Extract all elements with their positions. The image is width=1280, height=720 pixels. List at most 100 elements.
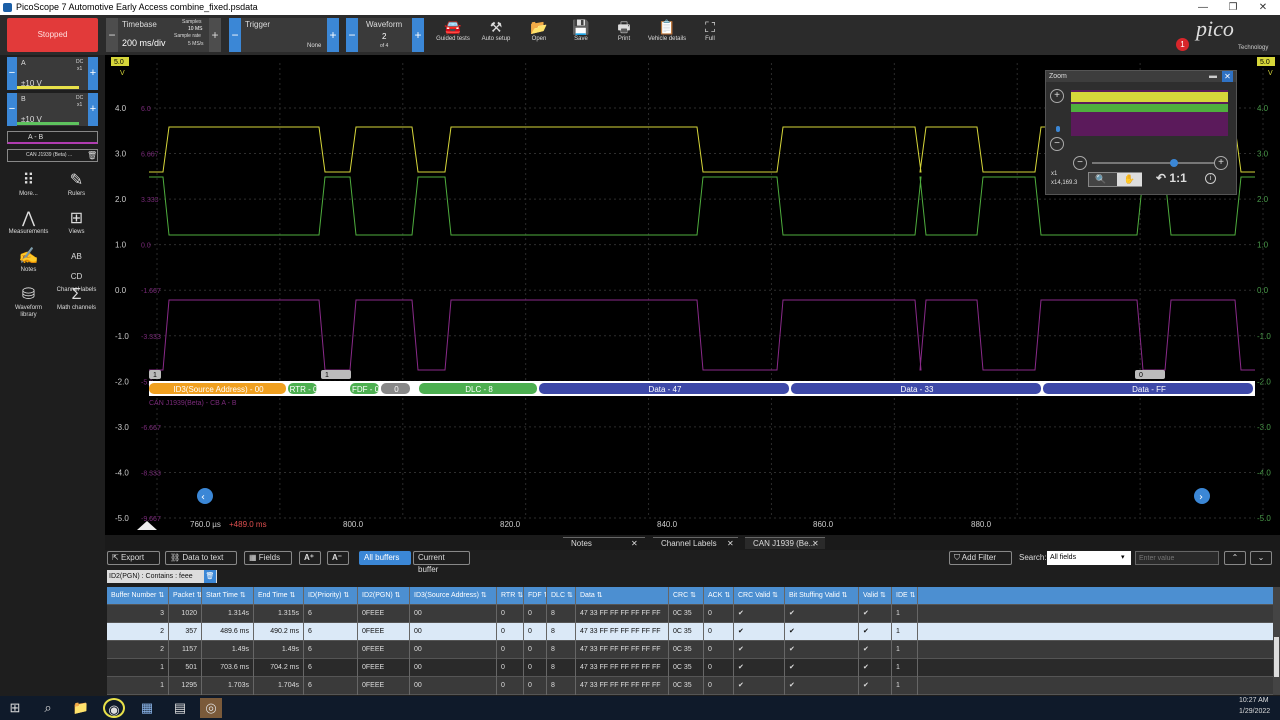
calculator-icon[interactable]: ▤ <box>169 698 191 718</box>
guided-tests-button[interactable]: 🚘 Guided tests <box>431 18 475 50</box>
minimize-button[interactable]: — <box>1188 0 1218 15</box>
all-buffers-toggle[interactable]: All buffers <box>359 551 411 565</box>
windows-start-icon[interactable]: ⊞ <box>4 698 26 718</box>
search-next-button[interactable]: ⌄ <box>1250 551 1272 565</box>
zoom-in-horizontal-button[interactable]: + <box>1214 156 1228 170</box>
column-header[interactable]: Bit Stuffing Valid ⇅ <box>785 587 859 605</box>
search-input[interactable] <box>1135 551 1219 565</box>
vehicle-details-button[interactable]: 📋 Vehicle details <box>645 18 689 50</box>
channel-a-minus[interactable]: − <box>7 57 17 90</box>
channel-b-minus[interactable]: − <box>7 93 17 126</box>
tab-channel-labels[interactable]: Channel Labels ✕ <box>653 537 738 549</box>
hand-icon[interactable]: ✋ <box>1117 173 1142 186</box>
rulers-button[interactable]: ✎ Rulers <box>54 171 99 198</box>
zoom-horizontal-slider-thumb[interactable] <box>1170 159 1178 167</box>
open-button[interactable]: 📂 Open <box>517 18 561 50</box>
timebase-plus-button[interactable]: + <box>209 18 221 52</box>
waveform-minus-button[interactable]: − <box>346 18 358 52</box>
timebase-minus-button[interactable]: − <box>106 18 118 52</box>
math-channels-button[interactable]: Σ Math channels <box>54 285 99 312</box>
chrome-icon[interactable]: ◉ <box>103 698 125 718</box>
column-header[interactable]: End Time ⇅ <box>254 587 304 605</box>
active-filter-chip[interactable]: ID2(PGN) : Contains : feee 🗑 <box>107 570 217 583</box>
current-buffer-toggle[interactable]: Current buffer <box>413 551 470 574</box>
zoom-minimize-icon[interactable]: ▬ <box>1209 71 1217 80</box>
column-header[interactable]: ID3(Source Address) ⇅ <box>410 587 497 605</box>
close-button[interactable]: ✕ <box>1248 0 1278 15</box>
column-header[interactable]: CRC ⇅ <box>669 587 704 605</box>
font-decrease-button[interactable]: A⁻ <box>327 551 349 565</box>
search-icon[interactable]: ⌕ <box>37 698 59 718</box>
table-row[interactable]: 2 1157 1.49s 1.49s 6 0FEEE 00 0 0 8 47 33 FF FF FF… <box>107 641 1273 659</box>
column-header[interactable]: ACK ⇅ <box>704 587 734 605</box>
notification-badge[interactable]: 1 <box>1176 38 1189 51</box>
tab-notes[interactable]: Notes ✕ <box>563 537 645 549</box>
stop-button[interactable]: Stopped <box>7 18 98 52</box>
table-row[interactable]: 3 1020 1.314s 1.315s 6 0FEEE 00 0 0 8 47 33 FF FF … <box>107 605 1273 623</box>
column-header[interactable]: IDE ⇅ <box>892 587 918 605</box>
close-icon[interactable]: ✕ <box>727 538 734 550</box>
zoom-preview[interactable] <box>1071 90 1228 136</box>
waveform-library-button[interactable]: ⛁ Waveform library <box>6 285 51 319</box>
zoom-out-vertical-button[interactable]: − <box>1050 137 1064 151</box>
fields-button[interactable]: ▦ Fields <box>244 551 292 565</box>
notes-button[interactable]: ✍ Notes <box>6 247 51 274</box>
tab-can-j1939[interactable]: CAN J1939 (Be... ✕ <box>745 537 825 549</box>
picoscope-taskbar-icon[interactable]: ◎ <box>200 698 222 718</box>
zoom-out-horizontal-button[interactable]: − <box>1073 156 1087 170</box>
save-button[interactable]: 💾 Save <box>559 18 603 50</box>
trigger-minus-button[interactable]: − <box>229 18 241 52</box>
column-header[interactable]: ID(Priority) ⇅ <box>304 587 358 605</box>
table-scrollbar-thumb[interactable] <box>1274 637 1279 677</box>
more-button[interactable]: ⠿ More... <box>6 171 51 198</box>
info-icon[interactable]: i <box>1205 173 1216 184</box>
table-row[interactable]: 1 1295 1.703s 1.704s 6 0FEEE 00 0 0 8 47 33 FF FF … <box>107 677 1273 695</box>
close-icon[interactable]: ✕ <box>812 538 819 550</box>
column-header[interactable]: CRC Valid ⇅ <box>734 587 785 605</box>
column-header[interactable]: Data ⇅ <box>576 587 669 605</box>
zoom-overview-window[interactable]: Zoom ▬ ✕ + − − + x1 x14,169.3 🔍 ✋ ↶ 1:1 … <box>1045 70 1237 195</box>
full-screen-button[interactable]: ⛶ Full <box>688 18 732 50</box>
samples-value[interactable]: 10 MS <box>188 26 202 32</box>
search-previous-button[interactable]: ⌃ <box>1224 551 1246 565</box>
table-row[interactable]: 1 501 703.6 ms 704.2 ms 6 0FEEE 00 0 0 8 47 33 FF … <box>107 659 1273 677</box>
math-channel-item[interactable]: A - B <box>7 131 98 144</box>
add-filter-button[interactable]: ⛉ Add Filter <box>949 551 1012 565</box>
column-header[interactable]: FDF ⇅ <box>524 587 547 605</box>
table-header[interactable]: Buffer Number ⇅ Packet ⇅ Start Time ⇅ End T… <box>107 587 1273 605</box>
decoder-item[interactable]: CAN J1939 (Beta) ... 🗑 <box>7 149 98 162</box>
magnifier-icon[interactable]: 🔍 <box>1095 174 1106 185</box>
table-row[interactable]: 2 357 489.6 ms 490.2 ms 6 0FEEE 00 0 0 8 47 33 FF … <box>107 623 1273 641</box>
trash-icon[interactable]: 🗑 <box>204 570 216 583</box>
data-to-text-button[interactable]: ⛓ Data to text <box>165 551 237 565</box>
waveform-plus-button[interactable]: + <box>412 18 424 52</box>
close-icon[interactable]: ✕ <box>631 538 638 550</box>
column-header[interactable]: Valid ⇅ <box>859 587 892 605</box>
table-scrollbar[interactable] <box>1273 587 1280 695</box>
zoom-in-vertical-button[interactable]: + <box>1050 89 1064 103</box>
search-scope-select[interactable]: All fields ▾ <box>1047 551 1131 565</box>
maximize-button[interactable]: ❐ <box>1218 0 1248 15</box>
zoom-horizontal-slider[interactable] <box>1092 162 1214 164</box>
timebase-value[interactable]: 200 ms/div <box>122 38 166 48</box>
trash-icon[interactable]: 🗑 <box>87 150 97 161</box>
scroll-left-icon[interactable] <box>197 488 213 504</box>
column-header[interactable]: Packet ⇅ <box>169 587 202 605</box>
zoom-vertical-slider[interactable] <box>1056 126 1060 132</box>
export-button[interactable]: ⇱ Export <box>107 551 160 565</box>
channel-a-plus[interactable]: + <box>88 57 98 90</box>
column-header[interactable]: Buffer Number ⇅ <box>107 587 169 605</box>
trigger-plus-button[interactable]: + <box>327 18 339 52</box>
views-button[interactable]: ⊞ Views <box>54 209 99 236</box>
channel-b-plus[interactable]: + <box>88 93 98 126</box>
print-button[interactable]: 🖶 Print <box>602 18 646 50</box>
column-header[interactable]: RTR ⇅ <box>497 587 524 605</box>
column-header[interactable]: ID2(PGN) ⇅ <box>358 587 410 605</box>
app-icon[interactable]: ▦ <box>136 698 158 718</box>
file-explorer-icon[interactable]: 📁 <box>70 698 92 718</box>
measurements-button[interactable]: ⋀ Measurements <box>6 209 51 236</box>
zoom-close-icon[interactable]: ✕ <box>1222 71 1233 82</box>
zoom-reset-button[interactable]: ↶ 1:1 <box>1156 171 1187 185</box>
column-header[interactable]: DLC ⇅ <box>547 587 576 605</box>
font-increase-button[interactable]: A⁺ <box>299 551 321 565</box>
